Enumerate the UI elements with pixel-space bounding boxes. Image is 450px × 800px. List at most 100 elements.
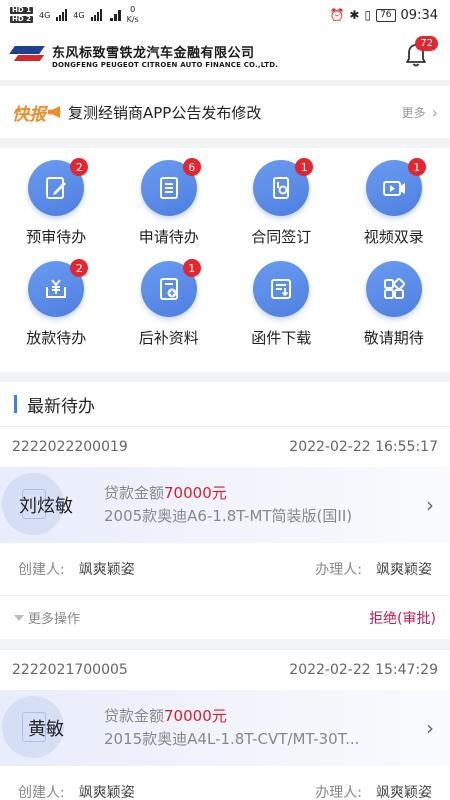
vibrate-icon: ▯ xyxy=(364,8,372,22)
notice-more-link[interactable]: 更多 › xyxy=(402,103,438,122)
battery-icon: 76 xyxy=(376,8,396,22)
car-model: 2015款奥迪A4L-1.8T-CVT/MT-30T... xyxy=(104,730,360,748)
list-doc-icon xyxy=(159,177,178,199)
menu-badge: 1 xyxy=(182,259,201,277)
menu-badge: 6 xyxy=(182,158,201,176)
section-title: 最新待办 xyxy=(27,396,95,417)
alarm-icon: ⏰ xyxy=(329,8,345,22)
notification-count-badge: 72 xyxy=(415,36,438,51)
clock: 09:34 xyxy=(400,7,438,23)
menu-badge: 1 xyxy=(407,158,426,176)
megaphone-icon xyxy=(48,106,60,118)
todo-card-header: 2222022200019 2022-02-22 16:55:17 xyxy=(0,427,450,467)
menu-item-disbursement[interactable]: 2 放款待办 xyxy=(0,259,113,362)
more-actions-label: 更多操作 xyxy=(28,612,81,627)
application-datetime: 2022-02-22 15:47:29 xyxy=(289,662,438,678)
menu-item-letter-download[interactable]: 函件下载 xyxy=(225,261,338,362)
notice-text[interactable]: 复测经销商APP公告发布修改 xyxy=(68,102,402,123)
handler-label: 办理人: xyxy=(315,785,362,800)
network-2-label: 4G xyxy=(73,10,85,20)
customer-name: 黄敏 xyxy=(28,719,64,740)
customer-avatar: 黄敏 xyxy=(0,690,92,766)
menu-item-pre-review[interactable]: 2 预审待办 xyxy=(0,158,113,261)
download-doc-icon xyxy=(271,279,292,299)
contract-icon xyxy=(273,177,290,199)
notification-button[interactable]: 72 xyxy=(404,36,438,68)
quick-menu-grid: 2 预审待办 6 申请待办 1 合同签订 1 视频双录 2 放款待办 1 后补资… xyxy=(0,148,450,372)
chevron-right-icon[interactable]: › xyxy=(410,716,450,740)
handler-label: 办理人: xyxy=(315,562,362,578)
menu-item-supplement[interactable]: 1 后补资料 xyxy=(113,259,226,362)
loan-amount-label: 贷款金额 xyxy=(104,484,165,502)
menu-item-coming-soon[interactable]: 敬请期待 xyxy=(338,261,450,362)
menu-label: 函件下载 xyxy=(251,329,312,347)
todo-card-actions: 更多操作 拒绝(审批) xyxy=(0,595,450,639)
yuan-icon xyxy=(46,279,67,298)
bluetooth-icon: ✱ xyxy=(349,8,360,22)
menu-label: 后补资料 xyxy=(138,329,199,347)
sim-indicator: HD 1 HD 2 xyxy=(10,7,33,23)
loan-amount-value: 70000元 xyxy=(164,484,227,502)
card-gap xyxy=(0,639,450,649)
company-logo-icon xyxy=(9,43,46,67)
todo-card: 2222022200019 2022-02-22 16:55:17 刘炫敏 贷款… xyxy=(0,426,450,639)
todo-card: 2222021700005 2022-02-22 15:47:29 黄敏 贷款金… xyxy=(0,649,450,800)
notice-label: 快报 xyxy=(12,104,46,125)
chevron-right-icon[interactable]: › xyxy=(410,493,450,517)
creator-value: 飒爽颖姿 xyxy=(78,785,135,800)
car-model: 2005款奥迪A6-1.8T-MT简装版(国II) xyxy=(104,507,353,525)
sim1-label: HD 1 xyxy=(10,6,33,14)
creator-label: 创建人: xyxy=(18,562,65,578)
loan-amount-value: 70000元 xyxy=(164,707,227,725)
customer-name: 刘炫敏 xyxy=(19,496,73,517)
notice-more-label: 更多 xyxy=(401,105,426,120)
company-name: 东风标致雪铁龙汽车金融有限公司 DONGFENG PEUGEOT CITROEN… xyxy=(52,42,278,69)
signal-1-icon xyxy=(56,9,68,21)
application-id: 2222021700005 xyxy=(12,662,128,678)
apps-icon xyxy=(383,277,405,299)
network-speed: 0 K/s xyxy=(127,5,139,25)
menu-item-contract[interactable]: 1 合同签订 xyxy=(225,158,338,261)
todo-card-body[interactable]: 黄敏 贷款金额70000元 2015款奥迪A4L-1.8T-CVT/MT-30T… xyxy=(0,690,450,766)
creator-value: 飒爽颖姿 xyxy=(78,562,135,578)
more-actions-button[interactable]: 更多操作 xyxy=(14,608,80,627)
wifi-icon xyxy=(109,9,121,21)
menu-badge: 1 xyxy=(295,158,314,176)
section-accent-bar xyxy=(14,395,17,413)
chevron-right-icon: › xyxy=(431,102,438,122)
menu-item-application[interactable]: 6 申请待办 xyxy=(113,158,226,261)
menu-item-video[interactable]: 1 视频双录 xyxy=(338,158,450,261)
company-name-cn: 东风标致雪铁龙汽车金融有限公司 xyxy=(52,45,255,61)
todo-card-header: 2222021700005 2022-02-22 15:47:29 xyxy=(0,650,450,690)
menu-label: 放款待办 xyxy=(26,329,87,347)
loan-amount-row: 贷款金额70000元 xyxy=(104,705,410,727)
sim2-label: HD 2 xyxy=(10,15,33,23)
notice-bar[interactable]: 快报 复测经销商APP公告发布修改 更多 › xyxy=(0,86,450,138)
creator: 创建人: 飒爽颖姿 xyxy=(18,782,135,800)
speed-unit: K/s xyxy=(126,15,139,24)
todo-card-body[interactable]: 刘炫敏 贷款金额70000元 2005款奥迪A6-1.8T-MT简装版(国II)… xyxy=(0,467,450,543)
creator: 创建人: 飒爽颖姿 xyxy=(18,559,135,579)
todo-card-people: 创建人: 飒爽颖姿 办理人: 飒爽颖姿 xyxy=(0,766,450,800)
add-doc-icon xyxy=(159,278,178,300)
company-name-en: DONGFENG PEUGEOT CITROEN AUTO FINANCE CO… xyxy=(52,60,279,69)
signal-2-icon xyxy=(90,9,102,21)
customer-avatar: 刘炫敏 xyxy=(0,467,92,543)
status-label: 拒绝(审批) xyxy=(369,610,436,627)
application-datetime: 2022-02-22 16:55:17 xyxy=(289,439,438,455)
handler: 办理人: 飒爽颖姿 xyxy=(315,782,432,800)
creator-label: 创建人: xyxy=(18,785,65,800)
network-1-label: 4G xyxy=(38,10,51,20)
menu-label: 视频双录 xyxy=(363,228,424,246)
handler: 办理人: 飒爽颖姿 xyxy=(315,559,432,579)
triangle-down-icon xyxy=(14,614,24,621)
handler-value: 飒爽颖姿 xyxy=(376,785,432,800)
loan-amount-row: 贷款金额70000元 xyxy=(104,482,410,504)
menu-label: 预审待办 xyxy=(26,228,87,246)
todo-section-header: 最新待办 xyxy=(0,382,450,426)
edit-doc-icon xyxy=(46,177,67,199)
video-icon xyxy=(382,181,405,196)
status-bar: HD 1 HD 2 4G 4G 0 K/s ⏰ ✱ ▯ 76 09:34 xyxy=(0,0,450,30)
todo-card-people: 创建人: 飒爽颖姿 办理人: 飒爽颖姿 xyxy=(0,543,450,595)
app-header: 东风标致雪铁龙汽车金融有限公司 DONGFENG PEUGEOT CITROEN… xyxy=(0,30,450,80)
